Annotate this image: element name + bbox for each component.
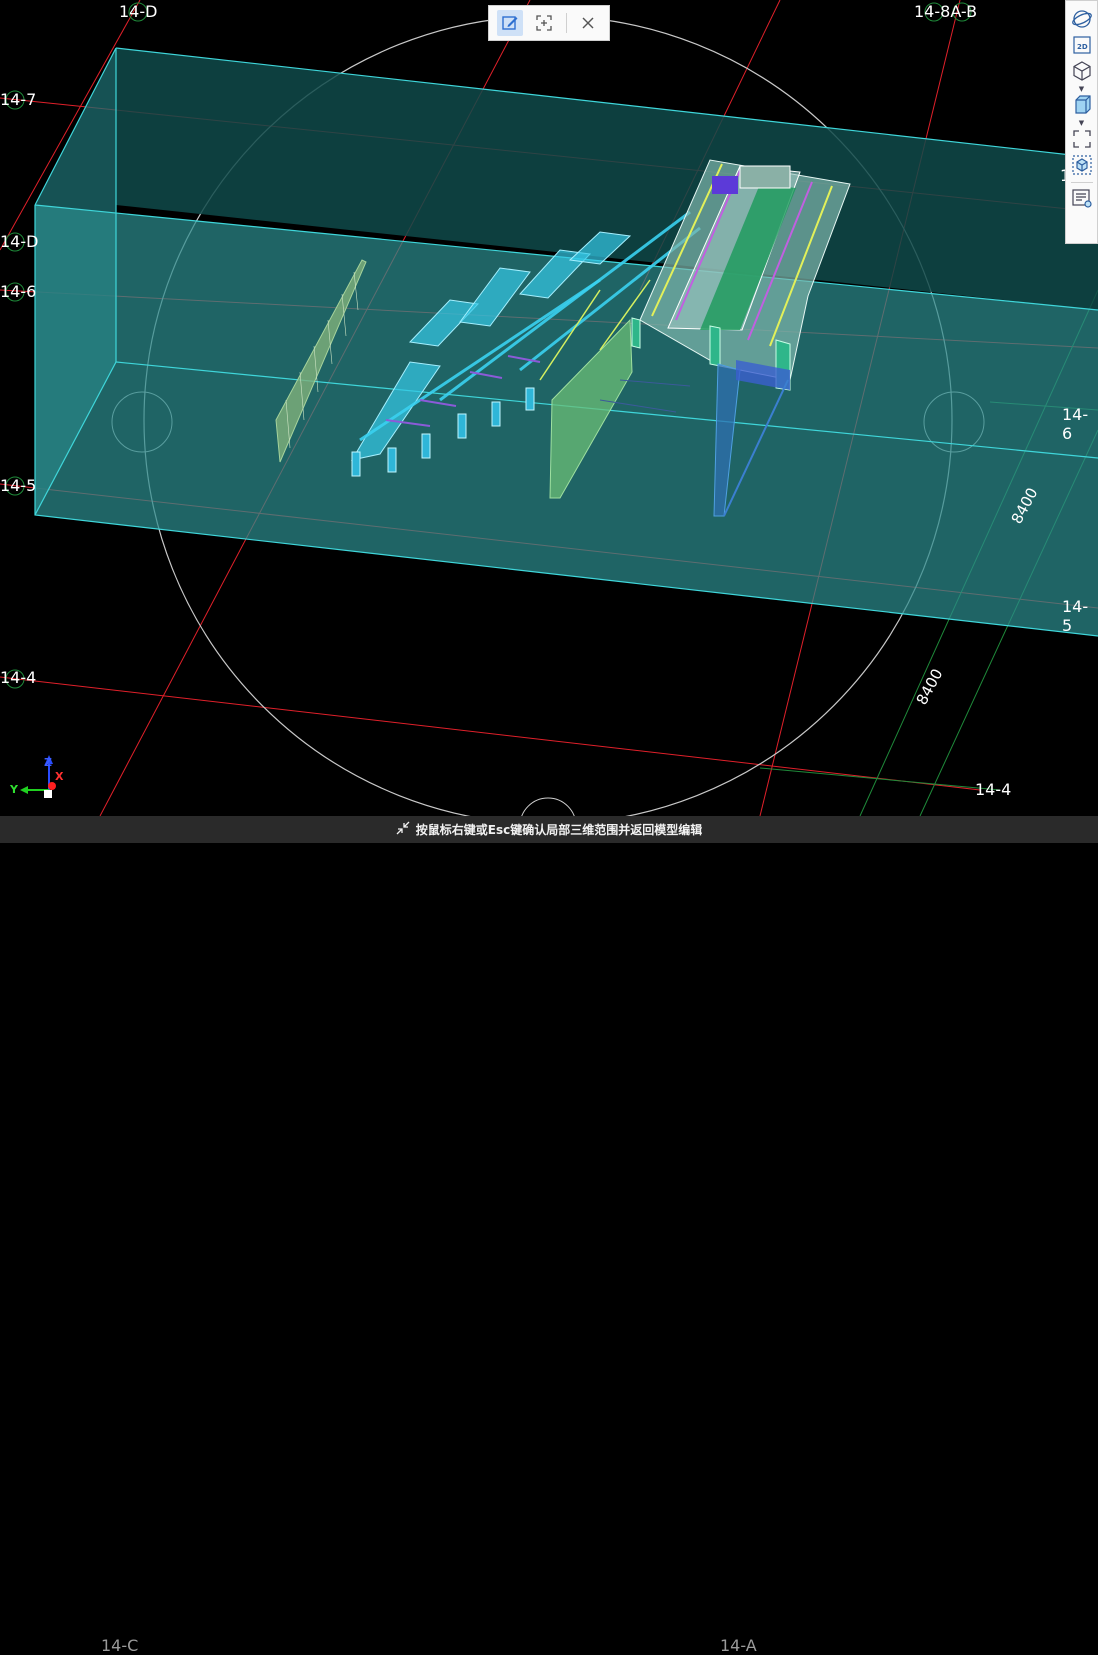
shrink-arrows-icon <box>396 821 410 838</box>
range-box[interactable] <box>34 47 1098 637</box>
solid-cube-icon[interactable] <box>1069 93 1095 117</box>
grid-label-bottom-4: 14-4 <box>975 780 1012 799</box>
axis-triad: Z Y X <box>9 755 64 798</box>
isometric-cube-icon[interactable] <box>1069 59 1095 83</box>
display-dropdown-caret[interactable]: ▼ <box>1079 119 1084 127</box>
dimension-lower: 8400 <box>913 666 947 708</box>
grid-label-top-d: 14-D <box>119 2 158 21</box>
3d-viewport[interactable]: 8400 8400 0 Z Y X <box>0 0 1098 855</box>
region-select-icon[interactable] <box>1069 127 1095 151</box>
status-message: 按鼠标右键或Esc键确认局部三维范围并返回模型编辑 <box>396 821 702 838</box>
status-bar: 14-C 14-A 按鼠标右键或Esc键确认局部三维范围并返回模型编辑 <box>0 816 1098 1655</box>
grid-label-top-right-ab: 14-8A-B <box>914 2 978 21</box>
view-2d-label: 2D <box>1077 43 1088 51</box>
axis-y-label: Y <box>9 783 19 796</box>
axis-z-label: Z <box>44 756 52 769</box>
local-3d-icon[interactable] <box>1069 153 1095 177</box>
grid-label-left-d: 14-D <box>0 232 39 251</box>
grid-label-left-4: 14-4 <box>0 668 37 687</box>
local-3d-toolbar <box>488 5 610 41</box>
3d-scene[interactable]: 8400 8400 0 Z Y X <box>0 0 1098 855</box>
grid-label-right-5: 14-5 <box>1062 597 1089 635</box>
focus-range-icon[interactable] <box>531 10 557 36</box>
grid-label-left-7: 14-7 <box>0 90 37 109</box>
grid-label-right-6: 14-6 <box>1062 405 1089 443</box>
grid-label-left-5: 14-5 <box>0 476 37 495</box>
grid-label-bottom-c: 14-C <box>101 1636 139 1655</box>
view-2d-button[interactable]: 2D <box>1069 33 1095 57</box>
grid-label-bottom-a: 14-A <box>720 1636 757 1655</box>
close-icon[interactable] <box>575 10 601 36</box>
grid-label-left-6: 14-6 <box>0 282 37 301</box>
view-toolbar: 2D ▼ ▼ <box>1065 0 1098 244</box>
status-message-text: 按鼠标右键或Esc键确认局部三维范围并返回模型编辑 <box>415 823 703 837</box>
edit-icon[interactable] <box>497 10 524 36</box>
toolbar-separator-right <box>1070 182 1093 183</box>
properties-list-icon[interactable] <box>1069 186 1095 210</box>
orbit-icon[interactable] <box>1069 7 1095 31</box>
toolbar-separator <box>565 13 567 33</box>
view-dropdown-caret[interactable]: ▼ <box>1079 85 1084 93</box>
axis-x-label: X <box>55 770 64 783</box>
